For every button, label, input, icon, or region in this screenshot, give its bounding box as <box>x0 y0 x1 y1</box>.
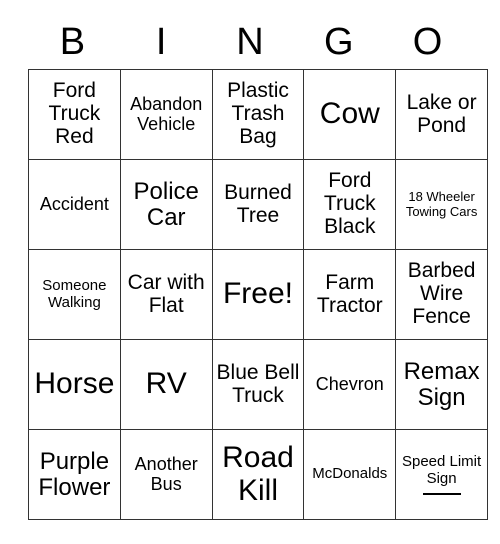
bingo-cell-label: Speed Limit Sign <box>401 453 482 487</box>
bingo-grid: Ford Truck Red Abandon Vehicle Plastic Tra… <box>28 69 488 520</box>
bingo-header-letter-i: I <box>155 20 167 63</box>
bingo-cell[interactable]: Another Bus <box>119 429 213 520</box>
bingo-row: Horse RV Blue Bell Truck Chevron Remax Sign <box>28 339 488 430</box>
bingo-cell[interactable]: Plastic Trash Bag <box>211 69 305 160</box>
bingo-cell[interactable]: Someone Walking <box>28 249 121 340</box>
bingo-cell-label: Plastic Trash Bag <box>227 79 289 148</box>
bingo-cell-label: 18 Wheeler Towing Cars <box>405 189 478 219</box>
bingo-cell[interactable]: Free! <box>211 249 305 340</box>
bingo-cell-label: Another Bus <box>134 454 198 494</box>
bingo-cell[interactable]: Speed Limit Sign <box>395 429 488 520</box>
bingo-cell[interactable]: Chevron <box>303 339 397 430</box>
bingo-cell[interactable]: Purple Flower <box>28 429 121 520</box>
bingo-cell[interactable]: RV <box>119 339 213 430</box>
bingo-cell-label: Purple Flower <box>38 447 111 501</box>
bingo-row: Ford Truck Red Abandon Vehicle Plastic Tra… <box>28 69 488 160</box>
bingo-cell[interactable]: Remax Sign <box>395 339 488 430</box>
bingo-cell[interactable]: Ford Truck Black <box>303 159 397 250</box>
bingo-cell[interactable]: Accident <box>28 159 121 250</box>
bingo-cell[interactable]: Lake or Pond <box>395 69 488 160</box>
bingo-cell-label: Lake or Pond <box>406 90 477 137</box>
bingo-row: Accident Police Car Burned Tree Ford Truck … <box>28 159 488 250</box>
bingo-cell[interactable]: Blue Bell Truck <box>211 339 305 430</box>
bingo-cell-label: Farm Tractor <box>316 270 383 317</box>
bingo-cell-label: RV <box>145 367 187 401</box>
bingo-header-letter-b: B <box>59 20 86 63</box>
bingo-cell[interactable]: Car with Flat <box>119 249 213 340</box>
bingo-cell[interactable]: Burned Tree <box>211 159 305 250</box>
bingo-cell-label: Police Car <box>133 177 199 231</box>
bingo-header: B I N G O <box>28 14 472 69</box>
bingo-cell-label: Car with Flat <box>127 270 205 317</box>
bingo-cell[interactable]: McDonalds <box>303 429 397 520</box>
bingo-row: Someone Walking Car with Flat Free! Farm Tr… <box>28 249 488 340</box>
bingo-row: Purple Flower Another Bus Road Kill McDonal… <box>28 429 488 520</box>
bingo-cell-label: Burned Tree <box>224 180 292 227</box>
bingo-cell[interactable]: Ford Truck Red <box>28 69 121 160</box>
bingo-cell-label: Someone Walking <box>42 277 107 311</box>
bingo-cell-label: Accident <box>39 193 109 214</box>
bingo-cell-label: McDonalds <box>312 465 388 483</box>
bingo-cell-label: Free! <box>222 277 293 311</box>
bingo-header-letter-g: G <box>324 20 354 63</box>
bingo-cell-label: Cow <box>319 97 380 131</box>
bingo-cell-label: Remax Sign <box>403 357 480 411</box>
bingo-cell-write-in-line[interactable] <box>422 492 461 495</box>
bingo-grid-body: Ford Truck Red Abandon Vehicle Plastic Tra… <box>28 69 488 520</box>
bingo-cell-label: Chevron <box>315 373 384 394</box>
bingo-cell[interactable]: 18 Wheeler Towing Cars <box>395 159 488 250</box>
bingo-cell-label: Horse <box>34 367 115 401</box>
bingo-cell-label: Abandon Vehicle <box>130 94 203 134</box>
bingo-cell[interactable]: Police Car <box>119 159 213 250</box>
bingo-cell[interactable]: Horse <box>28 339 121 430</box>
bingo-cell-label: Ford Truck Black <box>323 169 376 238</box>
bingo-cell-label: Blue Bell Truck <box>216 360 300 407</box>
bingo-cell[interactable]: Cow <box>303 69 397 160</box>
bingo-cell-label: Ford Truck Red <box>48 79 101 148</box>
bingo-cell[interactable]: Farm Tractor <box>303 249 397 340</box>
bingo-cell[interactable]: Road Kill <box>211 429 305 520</box>
bingo-header-letter-n: N <box>236 20 264 63</box>
bingo-cell-label: Road Kill <box>222 441 294 507</box>
bingo-card: B I N G O Ford Truck Red Abandon Vehicle P… <box>28 14 488 520</box>
bingo-header-letter-o: O <box>412 20 443 63</box>
bingo-cell[interactable]: Barbed Wire Fence <box>395 249 488 340</box>
bingo-cell[interactable]: Abandon Vehicle <box>119 69 213 160</box>
bingo-cell-label: Barbed Wire Fence <box>407 259 476 328</box>
